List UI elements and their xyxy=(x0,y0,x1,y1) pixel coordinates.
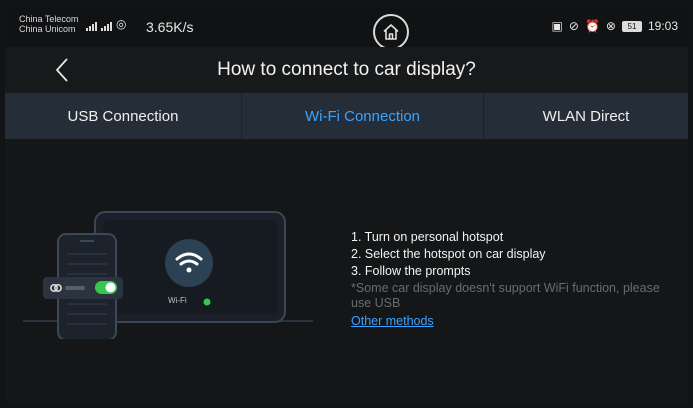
nav-header: How to connect to car display? xyxy=(5,47,688,93)
signal-icons: ◎ xyxy=(86,17,126,31)
connection-tabs: USB Connection Wi-Fi Connection WLAN Dir… xyxy=(5,93,688,139)
step-1: 1. Turn on personal hotspot xyxy=(351,230,504,244)
tab-usb-connection[interactable]: USB Connection xyxy=(5,93,241,139)
battery-icon: 51 xyxy=(621,20,642,32)
app-screen: China Telecom China Unicom ◎ 3.65K/s ▣ ⊘… xyxy=(5,5,688,403)
alarm-icon: ⏰ xyxy=(584,19,600,33)
status-icons: ▣ ⊘ ⏰ ⊗ 51 19:03 xyxy=(552,19,678,33)
check-icon xyxy=(203,298,211,306)
carrier-1: China Telecom xyxy=(19,14,79,24)
nfc-icon: ▣ xyxy=(551,19,563,33)
no-disturb-icon: ⊘ xyxy=(568,19,579,33)
connection-illustration: Wi-Fi xyxy=(23,209,323,344)
signal-icon xyxy=(101,22,112,31)
other-methods-link[interactable]: Other methods xyxy=(351,314,434,329)
phone-car-display-illustration xyxy=(23,211,313,341)
instructions-panel: 1. Turn on personal hotspot 2. Select th… xyxy=(351,230,681,329)
wifi-label: Wi-Fi xyxy=(168,296,187,305)
net-speed: 3.65K/s xyxy=(146,19,194,35)
home-button[interactable] xyxy=(373,14,409,50)
mute-icon: ⊗ xyxy=(605,19,616,33)
status-bar: China Telecom China Unicom ◎ 3.65K/s ▣ ⊘… xyxy=(5,5,688,50)
tab-wlan-direct[interactable]: WLAN Direct xyxy=(483,93,688,139)
wifi-hotspot-icon: ◎ xyxy=(116,17,127,31)
signal-icon xyxy=(86,22,97,31)
page-title: How to connect to car display? xyxy=(217,59,476,80)
carrier-names: China Telecom China Unicom xyxy=(19,14,78,34)
clock: 19:03 xyxy=(647,19,678,33)
main-content: Wi-Fi 1. Turn on personal hotspot 2. Sel… xyxy=(5,139,688,403)
home-icon xyxy=(383,24,399,40)
wifi-circle xyxy=(165,239,213,287)
usb-note: *Some car display doesn't support WiFi f… xyxy=(351,281,660,310)
tab-wifi-connection[interactable]: Wi-Fi Connection xyxy=(241,93,483,139)
step-3: 3. Follow the prompts xyxy=(351,264,471,278)
carrier-2: China Unicom xyxy=(19,24,76,34)
step-2: 2. Select the hotspot on car display xyxy=(351,247,546,261)
